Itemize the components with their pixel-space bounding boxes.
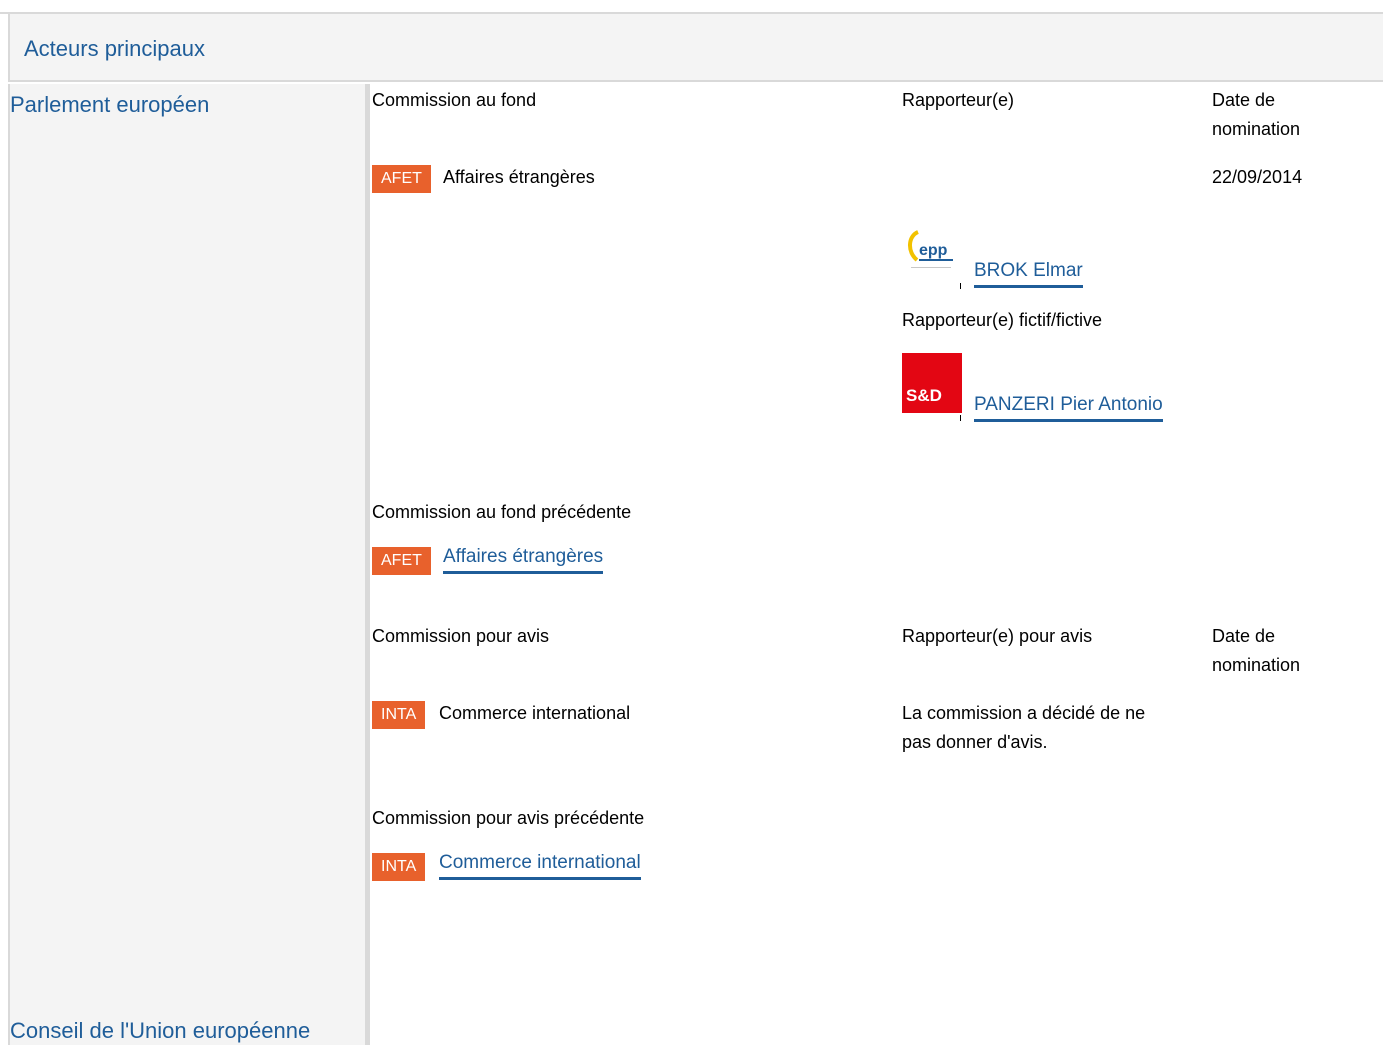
institution-ep: Parlement européen <box>10 92 210 117</box>
sd-logo-text: S&D <box>906 386 942 405</box>
committee-badge-afet: AFET <box>372 165 431 193</box>
section-title: Acteurs principaux <box>24 36 205 61</box>
previous-opinion-committee-link[interactable]: Commerce international <box>439 851 641 880</box>
epp-logo-icon: epp <box>902 222 962 282</box>
shadow-rapporteur-label: Rapporteur(e) fictif/fictive <box>902 310 1103 330</box>
committee-name: Affaires étrangères <box>443 167 595 187</box>
header-date-line2: nomination <box>1212 119 1301 139</box>
tick-mark <box>960 415 961 421</box>
rapporteur-link-brok[interactable]: BROK Elmar <box>974 259 1083 288</box>
committee-badge-afet-previous: AFET <box>372 547 431 575</box>
nomination-date: 22/09/2014 <box>1212 167 1303 187</box>
header-opinion-rapporteur: Rapporteur(e) pour avis <box>902 626 1093 646</box>
opinion-note-line1: La commission a décidé de ne <box>902 703 1146 723</box>
header-rapporteur: Rapporteur(e) <box>902 90 1015 110</box>
previous-opinion-label: Commission pour avis précédente <box>372 808 645 828</box>
opinion-note-line2: pas donner d'avis. <box>902 732 1048 752</box>
header-opinion-committee: Commission pour avis <box>372 626 550 646</box>
opinion-committee-name: Commerce international <box>439 703 631 723</box>
previous-lead-label: Commission au fond précédente <box>372 502 632 522</box>
shadow-rapporteur-link-panzeri[interactable]: PANZERI Pier Antonio <box>974 393 1163 422</box>
sd-logo-icon: S&D <box>902 353 962 413</box>
header-date-line1: Date de <box>1212 90 1276 110</box>
institution-column: Parlement européen Conseil de l'Union eu… <box>8 84 370 1045</box>
tick-mark <box>960 283 961 289</box>
header-opinion-date-line1: Date de <box>1212 626 1276 646</box>
committee-badge-inta: INTA <box>372 701 426 729</box>
institution-council: Conseil de l'Union européenne <box>10 1018 311 1043</box>
previous-lead-committee-link[interactable]: Affaires étrangères <box>443 545 604 574</box>
svg-text:epp: epp <box>919 242 948 259</box>
header-opinion-date-line2: nomination <box>1212 655 1301 675</box>
committee-badge-inta-previous: INTA <box>372 853 426 881</box>
header-committee: Commission au fond <box>372 90 537 110</box>
section-header: Acteurs principaux <box>8 14 1383 82</box>
